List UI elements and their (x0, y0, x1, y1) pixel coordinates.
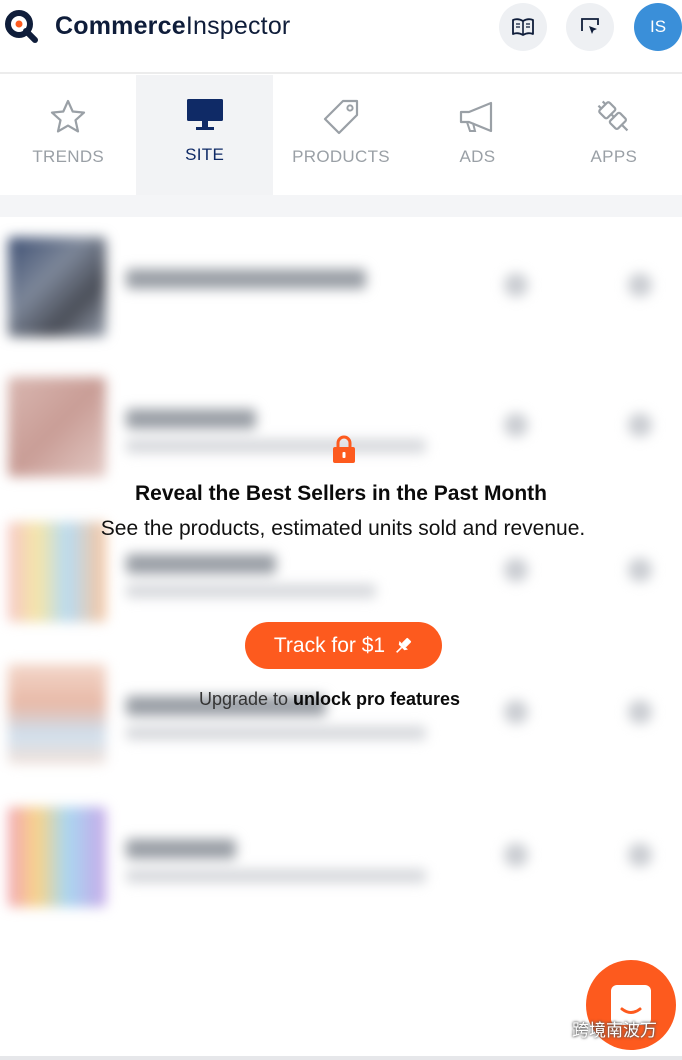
app-header: CommerceInspector IS (0, 0, 682, 74)
tab-ads[interactable]: ADS (409, 75, 545, 195)
metric-icon (628, 273, 652, 297)
product-meta-placeholder (126, 869, 426, 883)
brand-name-bold: Commerce (55, 12, 186, 40)
upgrade-note: Upgrade to unlock pro features (0, 686, 682, 713)
track-button-label: Track for $1 (273, 633, 386, 657)
tab-label: ADS (459, 147, 496, 166)
tab-site[interactable]: SITE (136, 75, 273, 195)
upgrade-description: See the products, estimated units sold a… (100, 517, 586, 540)
track-button[interactable]: Track for $1 (245, 622, 442, 669)
tabs-divider (0, 195, 682, 217)
brand-name-regular: Inspector (185, 12, 291, 40)
watermark: 跨境南波万 (540, 1016, 657, 1041)
tab-label: TRENDS (32, 147, 105, 166)
tab-label: PRODUCTS (292, 147, 390, 166)
megaphone-icon (460, 101, 493, 133)
product-thumbnail (8, 807, 106, 907)
guide-button[interactable] (499, 3, 547, 51)
product-title-placeholder (126, 269, 366, 289)
tab-label: APPS (590, 147, 638, 166)
metric-icon (504, 843, 528, 867)
lock-icon (333, 435, 355, 463)
upgrade-headline: Reveal the Best Sellers in the Past Mont… (135, 482, 547, 505)
wechat-icon (541, 1020, 565, 1037)
bottom-border (0, 1056, 682, 1060)
tag-icon (323, 99, 359, 135)
tab-products[interactable]: PRODUCTS (273, 75, 409, 195)
pin-icon (396, 637, 412, 653)
product-title-placeholder (126, 839, 236, 859)
main-tabs: TRENDS SITE PRODUCTS ADS APPS (0, 75, 682, 195)
tab-label: SITE (185, 145, 225, 164)
brand-name: CommerceInspector (55, 12, 290, 41)
plug-icon (597, 100, 629, 132)
list-item (0, 237, 682, 347)
list-item (0, 807, 682, 917)
metric-icon (504, 273, 528, 297)
metric-icon (628, 843, 652, 867)
user-avatar[interactable]: IS (634, 3, 682, 51)
cursor-select-icon (581, 18, 599, 34)
tab-apps[interactable]: APPS (546, 75, 682, 195)
upgrade-note-prefix: Upgrade to (198, 689, 294, 709)
product-thumbnail (8, 237, 106, 337)
select-element-button[interactable] (566, 3, 614, 51)
watermark-text: 跨境南波万 (572, 1021, 657, 1040)
monitor-icon (186, 99, 223, 130)
commerce-inspector-logo-icon[interactable] (4, 9, 38, 43)
upgrade-note-bold[interactable]: unlock pro features (293, 686, 483, 713)
tab-trends[interactable]: TRENDS (0, 75, 136, 195)
star-icon (51, 99, 86, 133)
upgrade-overlay: Reveal the Best Sellers in the Past Mont… (0, 420, 682, 750)
book-icon (512, 18, 534, 36)
